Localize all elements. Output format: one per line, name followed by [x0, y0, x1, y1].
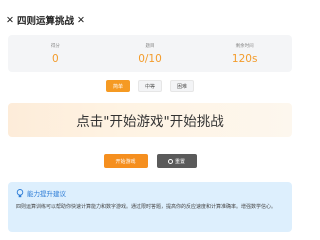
difficulty-selector: 简单 中等 困难 [0, 80, 300, 92]
question-display: 点击"开始游戏"开始挑战 [8, 103, 292, 137]
close-icon-right[interactable]: ✕ [77, 15, 85, 26]
stat-questions-value: 0/10 [138, 52, 162, 65]
reset-button[interactable]: 重置 [156, 154, 197, 168]
difficulty-easy-button[interactable]: 简单 [106, 80, 130, 92]
difficulty-medium-button[interactable]: 中等 [138, 80, 162, 92]
stats-panel: 得分 0 题目 0/10 剩余时间 120s [8, 35, 292, 72]
start-game-button[interactable]: 开始游戏 [103, 154, 148, 168]
lightbulb-icon [16, 188, 24, 197]
stat-questions-label: 题目 [145, 43, 155, 49]
reset-label: 重置 [174, 158, 185, 165]
stat-time-label: 剩余时间 [235, 43, 254, 49]
stat-score-value: 0 [51, 52, 59, 65]
reset-icon [167, 158, 173, 164]
stat-time-value: 120s [231, 52, 258, 65]
tips-header: 能力提升建议 [16, 188, 284, 198]
difficulty-hard-button[interactable]: 困难 [170, 80, 194, 92]
action-buttons: 开始游戏 重置 [0, 154, 300, 168]
close-icon[interactable]: ✕ [6, 15, 14, 26]
tips-panel: 能力提升建议 四则运算训练可以帮助你快速计算能力和数字游戏。通过限时答题，提高你… [8, 182, 292, 232]
tips-text: 四则运算训练可以帮助你快速计算能力和数字游戏。通过限时答题，提高你的反应速度和计… [16, 204, 277, 210]
page-title: ✕ 四则运算挑战 ✕ [6, 13, 85, 28]
stat-score-label: 得分 [50, 43, 60, 49]
page-title-text: 四则运算挑战 [16, 16, 74, 27]
stat-questions: 题目 0/10 [103, 35, 198, 72]
stat-score: 得分 0 [8, 35, 103, 72]
tips-title: 能力提升建议 [27, 190, 66, 198]
start-game-label: 开始游戏 [115, 158, 136, 165]
stat-time: 剩余时间 120s [197, 35, 292, 72]
